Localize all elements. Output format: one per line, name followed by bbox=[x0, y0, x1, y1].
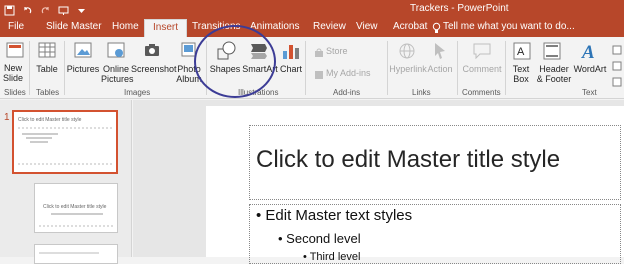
start-slideshow-icon[interactable] bbox=[58, 3, 69, 15]
tab-file[interactable]: File bbox=[8, 21, 24, 32]
store-button[interactable]: Store bbox=[326, 46, 348, 56]
header-footer-button[interactable]: Header & Footer bbox=[535, 64, 573, 84]
ribbon: New Slide Slides Table Tables Pictures O… bbox=[0, 37, 624, 99]
tab-slide-master[interactable]: Slide Master bbox=[46, 21, 102, 32]
separator bbox=[305, 41, 306, 95]
customize-qat-icon[interactable] bbox=[76, 3, 87, 14]
separator bbox=[387, 41, 388, 95]
text-box-button[interactable]: Text Box bbox=[508, 64, 534, 84]
action-icon bbox=[431, 41, 449, 66]
slide-number: 1 bbox=[4, 112, 10, 123]
separator bbox=[457, 41, 458, 95]
text-box-label-2: Box bbox=[513, 74, 529, 84]
hyperlink-icon bbox=[398, 41, 416, 66]
separator bbox=[64, 41, 65, 95]
online-pictures-label-2: Pictures bbox=[101, 74, 134, 84]
thumbnail-title: Click to edit Master title style bbox=[43, 204, 107, 210]
tab-review[interactable]: Review bbox=[313, 21, 346, 32]
separator bbox=[505, 41, 506, 95]
chart-icon bbox=[282, 41, 300, 66]
master-title-text[interactable]: Click to edit Master title style bbox=[256, 146, 560, 174]
layout-thumbnail[interactable] bbox=[34, 244, 118, 264]
online-pictures-label-1: Online bbox=[102, 64, 129, 74]
wordart-icon: A bbox=[580, 40, 600, 67]
quick-access-toolbar bbox=[4, 3, 87, 16]
separator bbox=[29, 41, 30, 95]
online-pictures-icon bbox=[107, 41, 125, 64]
header-footer-label-2: & Footer bbox=[536, 74, 572, 84]
new-slide-button[interactable]: New Slide bbox=[2, 63, 24, 83]
wordart-button[interactable]: WordArt bbox=[572, 64, 608, 74]
comment-button[interactable]: Comment bbox=[460, 64, 504, 74]
highlight-circle-annotation bbox=[194, 25, 276, 98]
group-slides: Slides bbox=[4, 88, 26, 97]
body-level-3-text[interactable]: • Third level bbox=[303, 251, 360, 263]
screenshot-icon bbox=[143, 41, 161, 64]
layout-thumbnail-title[interactable]: Click to edit Master title style bbox=[34, 183, 118, 233]
screenshot-button[interactable]: Screenshot bbox=[131, 64, 177, 74]
new-slide-label-1: New bbox=[3, 63, 22, 73]
undo-icon[interactable] bbox=[22, 3, 33, 14]
svg-text:A: A bbox=[517, 46, 525, 58]
my-addins-button[interactable]: My Add-ins bbox=[326, 68, 371, 78]
tab-view[interactable]: View bbox=[356, 21, 378, 32]
group-links: Links bbox=[412, 88, 431, 97]
my-addins-icon bbox=[314, 67, 324, 85]
text-box-icon: A bbox=[513, 41, 531, 66]
body-level-2-text[interactable]: • Second level bbox=[278, 231, 361, 246]
header-footer-icon bbox=[543, 41, 561, 66]
body-level-1-text[interactable]: • Edit Master text styles bbox=[256, 207, 412, 224]
master-slide-thumbnail[interactable]: Click to edit Master title style bbox=[12, 110, 118, 174]
store-icon bbox=[314, 45, 324, 63]
group-text: Text bbox=[582, 88, 597, 97]
group-tables: Tables bbox=[36, 88, 60, 97]
svg-text:A: A bbox=[581, 42, 595, 62]
window-title: Trackers - PowerPoint bbox=[410, 3, 509, 14]
pictures-icon bbox=[74, 41, 92, 64]
online-pictures-button[interactable]: Online Pictures bbox=[101, 64, 134, 84]
header-footer-label-1: Header bbox=[539, 64, 569, 74]
group-comments: Comments bbox=[462, 88, 501, 97]
text-box-label-1: Text bbox=[512, 64, 530, 74]
object-icon[interactable] bbox=[612, 74, 622, 92]
new-slide-label-2: Slide bbox=[2, 73, 23, 83]
group-addins: Add-ins bbox=[333, 88, 361, 97]
hyperlink-button[interactable]: Hyperlink bbox=[389, 64, 427, 74]
tell-me-search[interactable]: Tell me what you want to do... bbox=[443, 21, 575, 32]
comment-icon bbox=[472, 41, 492, 66]
save-icon[interactable] bbox=[4, 3, 15, 16]
tab-insert[interactable]: Insert bbox=[144, 19, 188, 37]
tab-acrobat[interactable]: Acrobat bbox=[393, 21, 427, 32]
chart-button[interactable]: Chart bbox=[278, 64, 304, 74]
group-images: Images bbox=[124, 88, 151, 97]
pictures-button[interactable]: Pictures bbox=[66, 64, 100, 74]
redo-icon[interactable] bbox=[40, 3, 51, 14]
table-button[interactable]: Table bbox=[34, 64, 60, 74]
title-bar: Trackers - PowerPoint bbox=[0, 0, 624, 18]
ribbon-tabs: File Slide Master Home Insert Transition… bbox=[0, 18, 624, 37]
action-button[interactable]: Action bbox=[426, 64, 454, 74]
tab-home[interactable]: Home bbox=[112, 21, 139, 32]
table-icon bbox=[38, 41, 56, 64]
thumbnail-title: Click to edit Master title style bbox=[18, 117, 82, 123]
